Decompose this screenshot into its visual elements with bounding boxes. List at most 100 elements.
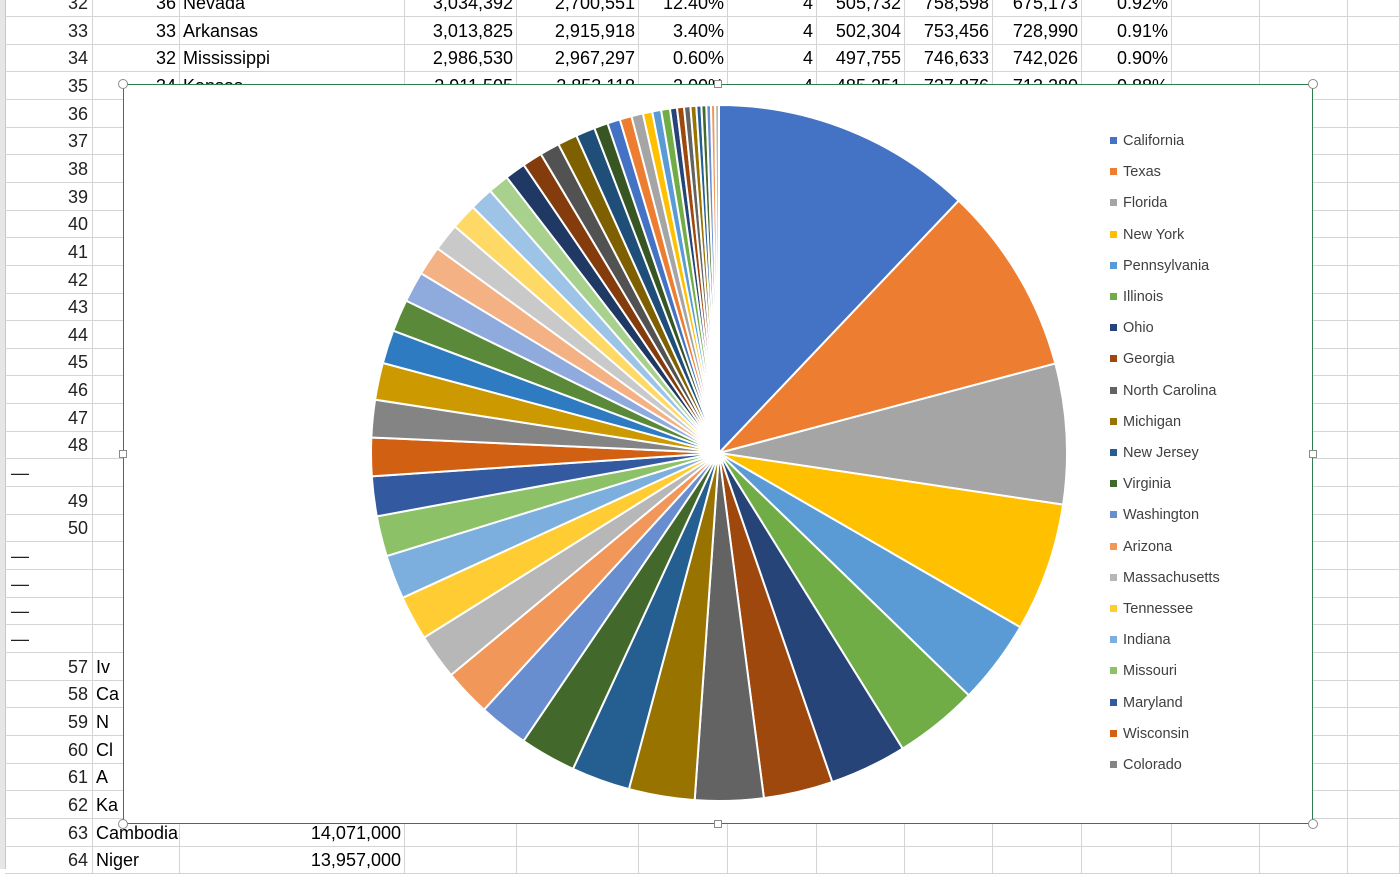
cell[interactable]: 2,967,297 [517, 44, 639, 72]
row-header[interactable]: 49 [5, 486, 93, 514]
legend-item[interactable]: Missouri [1110, 661, 1177, 681]
cell[interactable]: 12.40% [639, 0, 728, 16]
row-header[interactable]: 40 [5, 210, 93, 238]
pie-chart[interactable]: California Texas Florida New York Pennsylvan… [118, 79, 1318, 829]
legend-item[interactable]: Colorado [1110, 755, 1182, 775]
cell[interactable] [1348, 431, 1400, 459]
cell[interactable] [1348, 44, 1400, 72]
row-header[interactable]: 33 [5, 16, 93, 44]
row-header[interactable]: 64 [5, 846, 93, 874]
cell[interactable] [1348, 486, 1400, 514]
resize-handle[interactable] [1308, 79, 1318, 89]
row-header[interactable]: 45 [5, 348, 93, 376]
cell[interactable] [1348, 680, 1400, 708]
cell[interactable]: 728,990 [993, 16, 1082, 44]
cell[interactable] [1348, 320, 1400, 348]
legend-item[interactable]: Georgia [1110, 349, 1175, 369]
cell[interactable]: 0.60% [639, 44, 728, 72]
cell[interactable] [1172, 16, 1260, 44]
legend-item[interactable]: Virginia [1110, 474, 1171, 494]
cell[interactable]: Niger [93, 846, 180, 874]
cell[interactable]: 33 [93, 16, 180, 44]
cell[interactable]: 753,456 [905, 16, 993, 44]
cell[interactable] [1348, 0, 1400, 16]
cell[interactable]: 2,986,530 [405, 44, 517, 72]
cell[interactable] [1348, 182, 1400, 210]
cell[interactable] [1348, 16, 1400, 44]
row-header[interactable]: 37 [5, 127, 93, 155]
row-header[interactable]: 44 [5, 320, 93, 348]
cell[interactable] [1260, 846, 1348, 874]
cell[interactable] [1348, 403, 1400, 431]
cell[interactable]: 505,732 [817, 0, 905, 16]
legend-item[interactable]: Tennessee [1110, 599, 1193, 619]
legend-item[interactable]: Massachusetts [1110, 568, 1220, 588]
cell[interactable] [1172, 0, 1260, 16]
row-header[interactable]: 35 [5, 71, 93, 99]
cell[interactable]: 675,173 [993, 0, 1082, 16]
row-header[interactable]: 32 [5, 0, 93, 16]
resize-handle[interactable] [714, 820, 722, 828]
row-header[interactable]: 43 [5, 293, 93, 321]
cell[interactable] [517, 846, 639, 874]
cell[interactable]: 502,304 [817, 16, 905, 44]
cell[interactable]: 497,755 [817, 44, 905, 72]
cell[interactable] [1348, 237, 1400, 265]
row-header[interactable]: 57 [5, 652, 93, 680]
cell[interactable] [1082, 846, 1172, 874]
legend-item[interactable]: Florida [1110, 193, 1167, 213]
cell[interactable] [1348, 846, 1400, 874]
cell[interactable] [1348, 652, 1400, 680]
row-header[interactable]: 63 [5, 818, 93, 846]
cell[interactable] [1348, 818, 1400, 846]
legend-item[interactable]: Wisconsin [1110, 724, 1189, 744]
cell[interactable]: 4 [728, 16, 817, 44]
cell[interactable] [1348, 293, 1400, 321]
cell[interactable] [1348, 514, 1400, 542]
cell[interactable] [1260, 44, 1348, 72]
resize-handle[interactable] [118, 819, 128, 829]
resize-handle[interactable] [1309, 450, 1317, 458]
cell[interactable]: 0.91% [1082, 16, 1172, 44]
row-header[interactable]: — [5, 459, 93, 487]
legend-item[interactable]: Maryland [1110, 693, 1183, 713]
cell[interactable] [1348, 376, 1400, 404]
row-header[interactable]: 50 [5, 514, 93, 542]
cell[interactable] [1348, 154, 1400, 182]
legend-item[interactable]: Washington [1110, 505, 1199, 525]
cell[interactable] [1348, 763, 1400, 791]
row-header[interactable]: 62 [5, 790, 93, 818]
cell[interactable]: 4 [728, 44, 817, 72]
resize-handle[interactable] [1308, 819, 1318, 829]
cell[interactable] [1348, 707, 1400, 735]
row-header[interactable]: 58 [5, 680, 93, 708]
row-header[interactable]: 41 [5, 237, 93, 265]
row-header[interactable]: 59 [5, 707, 93, 735]
cell[interactable] [1348, 735, 1400, 763]
cell[interactable]: 0.92% [1082, 0, 1172, 16]
cell[interactable]: 13,957,000 [180, 846, 405, 874]
cell[interactable]: 4 [728, 0, 817, 16]
cell[interactable]: 758,598 [905, 0, 993, 16]
cell[interactable] [1172, 44, 1260, 72]
cell[interactable]: 742,026 [993, 44, 1082, 72]
legend-item[interactable]: California [1110, 131, 1184, 151]
cell[interactable] [405, 846, 517, 874]
row-header[interactable]: 42 [5, 265, 93, 293]
legend-item[interactable]: North Carolina [1110, 381, 1217, 401]
cell[interactable] [1348, 210, 1400, 238]
legend-item[interactable]: Ohio [1110, 318, 1154, 338]
legend-item[interactable]: New Jersey [1110, 443, 1199, 463]
row-header[interactable]: 47 [5, 403, 93, 431]
cell[interactable]: 32 [93, 44, 180, 72]
cell[interactable] [1348, 99, 1400, 127]
resize-handle[interactable] [119, 450, 127, 458]
cell[interactable] [1348, 348, 1400, 376]
legend-item[interactable]: Illinois [1110, 287, 1163, 307]
cell[interactable]: 2,700,551 [517, 0, 639, 16]
cell[interactable] [1260, 0, 1348, 16]
row-header[interactable]: 36 [5, 99, 93, 127]
legend-item[interactable]: Indiana [1110, 630, 1171, 650]
cell[interactable] [817, 846, 905, 874]
row-header[interactable]: 38 [5, 154, 93, 182]
